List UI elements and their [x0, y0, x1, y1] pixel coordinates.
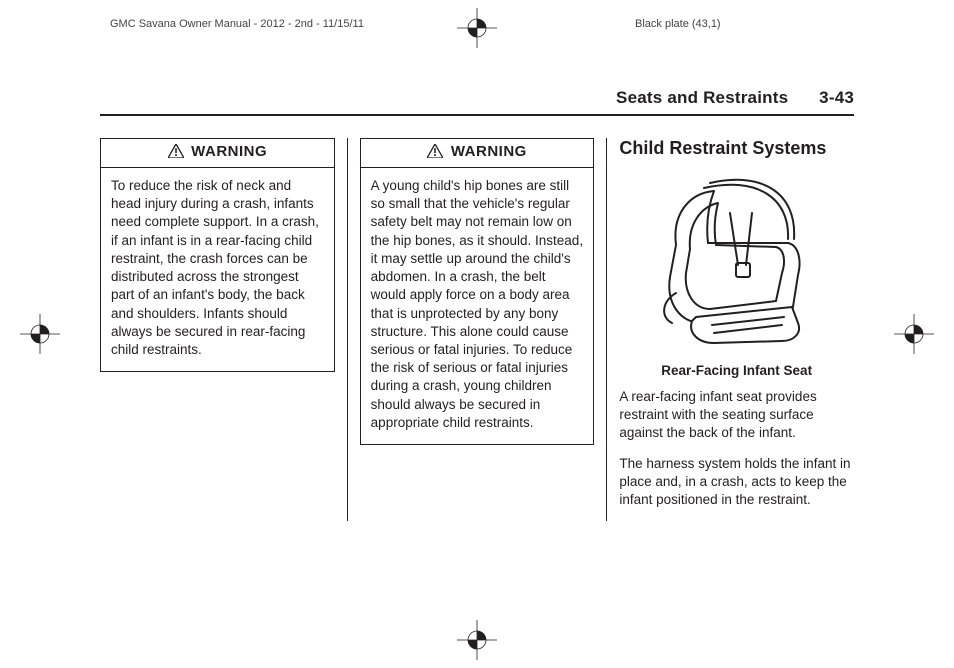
paragraph-1: A rear-facing infant seat provides restr… — [619, 388, 854, 443]
warning-heading-1: WARNING — [101, 139, 334, 168]
page: GMC Savana Owner Manual - 2012 - 2nd - 1… — [0, 0, 954, 668]
figure-infant-seat — [619, 173, 854, 353]
warning-label-1: WARNING — [191, 143, 267, 160]
infant-seat-icon — [642, 173, 832, 348]
warning-body-2: A young child's hip bones are still so s… — [361, 168, 594, 444]
figure-caption: Rear-Facing Infant Seat — [619, 363, 854, 378]
running-header-left: GMC Savana Owner Manual - 2012 - 2nd - 1… — [110, 18, 364, 30]
warning-box-1: WARNING To reduce the risk of neck and h… — [100, 138, 335, 372]
warning-triangle-icon — [427, 144, 443, 162]
column-3: Child Restraint Systems — [606, 138, 854, 521]
warning-box-2: WARNING A young child's hip bones are st… — [360, 138, 595, 445]
warning-heading-2: WARNING — [361, 139, 594, 168]
registration-mark-right-icon — [894, 314, 934, 354]
column-2: WARNING A young child's hip bones are st… — [347, 138, 607, 521]
section-header: Seats and Restraints 3-43 — [100, 88, 854, 116]
page-number: 3-43 — [819, 88, 854, 107]
section-title: Seats and Restraints — [616, 88, 788, 107]
columns: WARNING To reduce the risk of neck and h… — [100, 138, 854, 521]
paragraph-2: The harness system holds the infant in p… — [619, 455, 854, 510]
registration-mark-left-icon — [20, 314, 60, 354]
warning-body-1: To reduce the risk of neck and head inju… — [101, 168, 334, 371]
heading-child-restraint: Child Restraint Systems — [619, 138, 854, 159]
content-frame: Seats and Restraints 3-43 WAR — [100, 88, 854, 628]
warning-label-2: WARNING — [451, 143, 527, 160]
registration-mark-top-icon — [457, 8, 497, 48]
column-1: WARNING To reduce the risk of neck and h… — [100, 138, 347, 521]
running-header-right: Black plate (43,1) — [635, 18, 721, 30]
warning-triangle-icon — [168, 144, 184, 162]
